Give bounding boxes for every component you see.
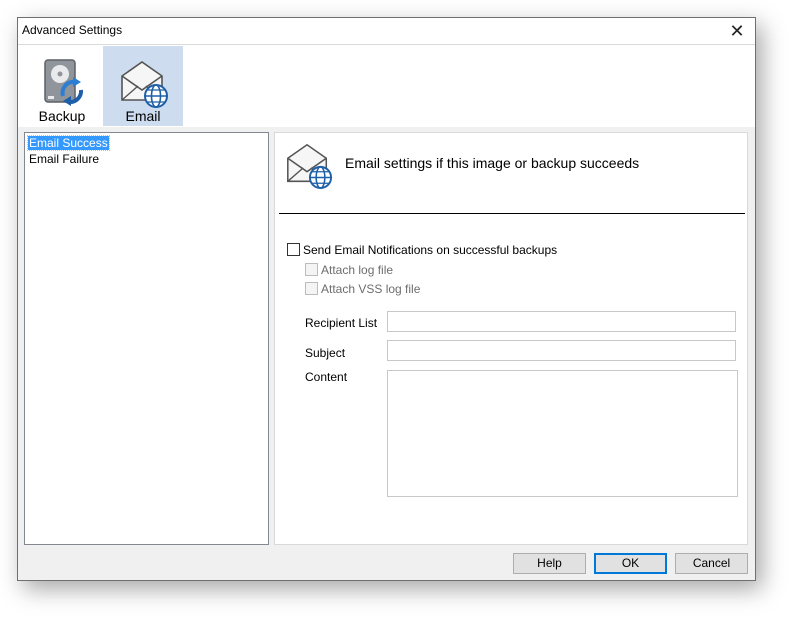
checkbox-box[interactable] — [287, 243, 300, 256]
toolbar-item-label: Backup — [38, 108, 86, 124]
close-button[interactable]: ✕ — [719, 18, 755, 44]
heading-divider — [279, 213, 745, 214]
title-bar: Advanced Settings ✕ — [18, 18, 755, 44]
toolbar-item-email[interactable]: Email — [103, 46, 183, 126]
checkbox-box[interactable] — [305, 263, 318, 276]
checkbox-label: Attach VSS log file — [321, 282, 421, 296]
settings-tree: Email Success Email Failure — [24, 132, 269, 545]
email-globe-icon — [287, 143, 333, 189]
content-label: Content — [305, 370, 348, 384]
email-settings-panel: Email settings if this image or backup s… — [274, 132, 748, 545]
toolbar-item-label: Email — [125, 108, 161, 124]
checkbox-box[interactable] — [305, 282, 318, 295]
recipient-list-label: Recipient List — [305, 316, 378, 330]
tree-item-email-failure[interactable]: Email Failure — [28, 152, 100, 166]
help-button[interactable]: Help — [513, 553, 586, 574]
subject-input[interactable] — [387, 340, 736, 361]
recipient-list-input[interactable] — [387, 311, 736, 332]
category-toolbar: Backup Email — [18, 44, 755, 128]
toolbar-item-backup[interactable]: Backup — [22, 46, 102, 126]
ok-button[interactable]: OK — [594, 553, 667, 574]
advanced-settings-dialog: Advanced Settings ✕ Backup Email Email S… — [17, 17, 756, 581]
checkbox-label: Attach log file — [321, 263, 394, 277]
backup-drive-icon — [44, 59, 84, 106]
email-globe-icon — [121, 61, 168, 108]
cancel-button[interactable]: Cancel — [675, 553, 748, 574]
subject-label: Subject — [305, 346, 346, 360]
tree-item-email-success[interactable]: Email Success — [27, 135, 110, 151]
checkbox-label: Send Email Notifications on successful b… — [303, 243, 558, 257]
content-textarea[interactable] — [387, 370, 738, 497]
panel-heading: Email settings if this image or backup s… — [345, 155, 640, 171]
settings-body: Email Success Email Failure Email settin… — [18, 127, 755, 580]
window-title: Advanced Settings — [22, 23, 123, 37]
close-icon: ✕ — [729, 20, 745, 41]
